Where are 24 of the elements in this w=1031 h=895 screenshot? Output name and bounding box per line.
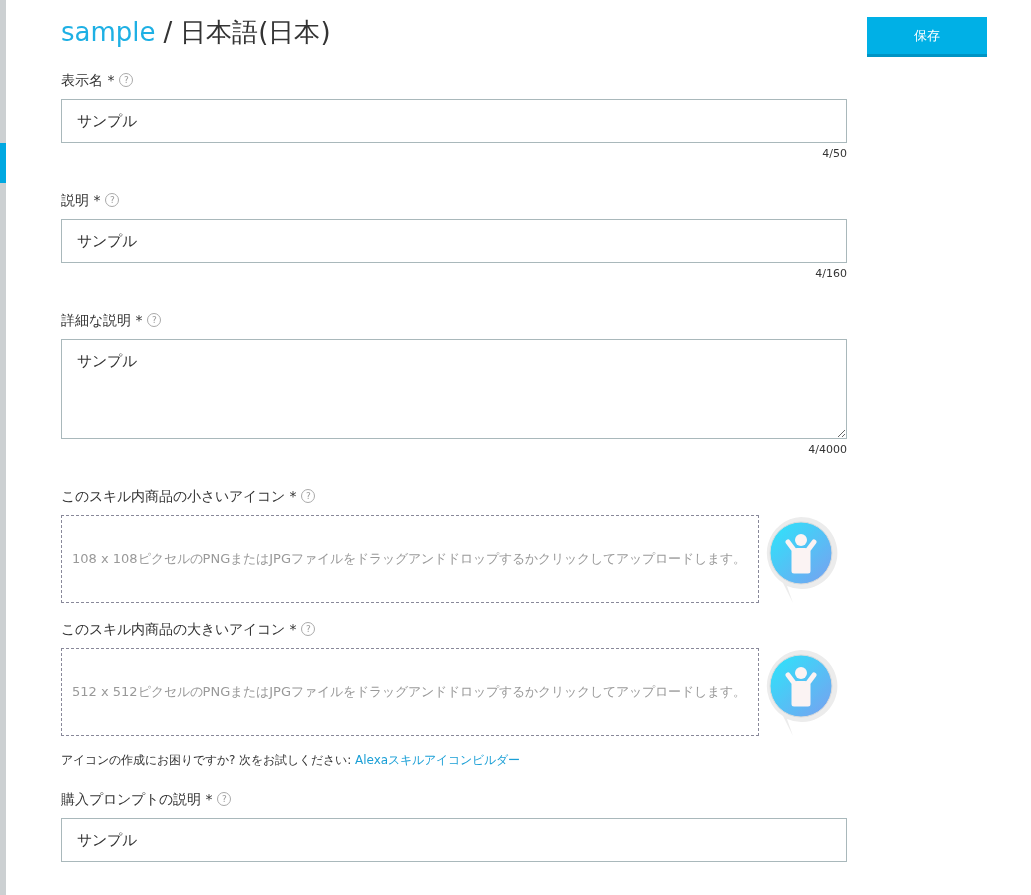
- project-link[interactable]: sample: [61, 14, 156, 50]
- character-counter: 4/50: [821, 147, 847, 161]
- help-text: アイコンの作成にお困りですか? 次をお試しください: Alexaスキルアイコンビルダー: [61, 752, 522, 768]
- icon-builder-link[interactable]: Alexaスキルアイコンビルダー: [355, 753, 521, 767]
- field-label: このスキル内商品の小さいアイコン *: [61, 487, 297, 506]
- field-label: このスキル内商品の大きいアイコン *: [61, 620, 297, 639]
- field-label: 表示名 *: [61, 71, 115, 90]
- text-area[interactable]: サンプル: [61, 339, 847, 439]
- text-field[interactable]: サンプル: [61, 99, 847, 143]
- upload-hint: 512 x 512ピクセルのPNGまたはJPGファイルをドラッグアンドドロップするかクリックしてアップロードします。: [72, 683, 746, 701]
- text-field[interactable]: サンプル: [61, 818, 847, 862]
- active-marker: [0, 143, 6, 183]
- character-counter: 4/160: [814, 267, 847, 281]
- title-separator: /: [163, 16, 173, 49]
- page-title: 日本語(日本): [180, 16, 331, 49]
- character-counter: 4/4000: [807, 443, 847, 457]
- field-label: 説明 *: [61, 191, 101, 210]
- save-button[interactable]: 保存: [867, 17, 987, 57]
- upload-drop-zone[interactable]: 108 x 108ピクセルのPNGまたはJPGファイルをドラッグアンドドロップするかクリックしてアップロードします。: [61, 515, 759, 603]
- field-label: 購入プロンプトの説明 *: [61, 790, 213, 809]
- text-field[interactable]: サンプル: [61, 219, 847, 263]
- upload-drop-zone[interactable]: 512 x 512ピクセルのPNGまたはJPGファイルをドラッグアンドドロップするかクリックしてアップロードします。: [61, 648, 759, 736]
- field-label: 詳細な説明 *: [61, 311, 143, 330]
- upload-hint: 108 x 108ピクセルのPNGまたはJPGファイルをドラッグアンドドロップするかクリックしてアップロードします。: [72, 550, 746, 568]
